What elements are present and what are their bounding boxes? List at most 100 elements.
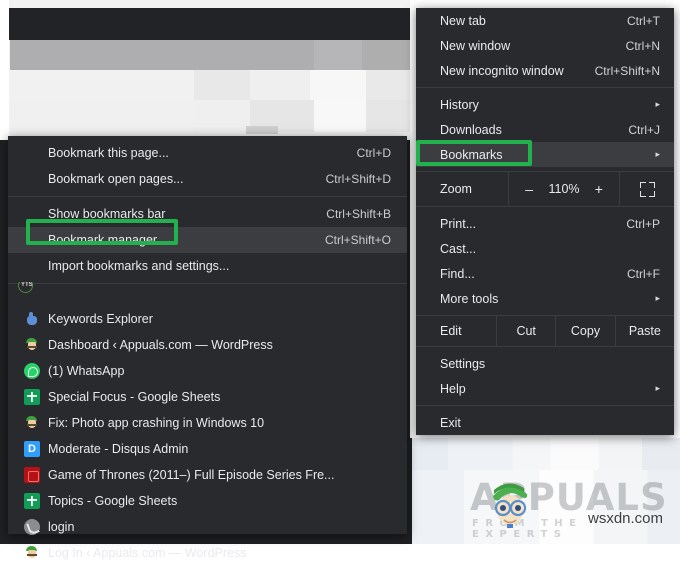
chevron-right-icon: ▸ bbox=[655, 293, 660, 303]
menu-item-new-window[interactable]: New window Ctrl+N bbox=[416, 33, 674, 58]
bookmark-label: (1) WhatsApp bbox=[48, 364, 125, 378]
paste-button[interactable]: Paste bbox=[614, 316, 674, 346]
menu-item-settings[interactable]: Settings bbox=[416, 351, 674, 376]
menu-item-label: Import bookmarks and settings... bbox=[48, 259, 230, 273]
bookmark-item-special-focus-google-sheets[interactable]: Special Focus - Google Sheets bbox=[8, 384, 407, 410]
menu-item-shortcut: Ctrl+Shift+D bbox=[325, 172, 391, 186]
menu-item-new-incognito-window[interactable]: New incognito window Ctrl+Shift+N bbox=[416, 58, 674, 83]
zoom-out-button[interactable]: – bbox=[520, 181, 538, 197]
menu-item-label: Bookmark manager bbox=[48, 233, 158, 247]
bookmark-label: Fix: Photo app crashing in Windows 10 bbox=[48, 416, 265, 430]
menu-item-label: History bbox=[440, 97, 479, 112]
menu-item-shortcut: Ctrl+Shift+B bbox=[326, 207, 391, 221]
menu-item-shortcut: Ctrl+T bbox=[627, 13, 660, 28]
menu-item-history[interactable]: History ▸ bbox=[416, 92, 674, 117]
menu-item-label: New incognito window bbox=[440, 63, 564, 78]
menu-item-cast[interactable]: Cast... bbox=[416, 236, 674, 261]
fullscreen-button[interactable] bbox=[620, 172, 674, 206]
menu-item-shortcut: Ctrl+Shift+O bbox=[324, 233, 391, 247]
bookmark-label: Special Focus - Google Sheets bbox=[48, 390, 221, 404]
menu-item-shortcut: Ctrl+N bbox=[625, 38, 660, 53]
bookmarks-submenu[interactable]: Bookmark this page... Ctrl+D Bookmark op… bbox=[8, 136, 407, 560]
menu-item-import-bookmarks-and-settings[interactable]: Import bookmarks and settings... bbox=[8, 253, 407, 279]
menu-item-downloads[interactable]: Downloads Ctrl+J bbox=[416, 117, 674, 142]
cut-button[interactable]: Cut bbox=[496, 316, 555, 346]
fullscreen-icon bbox=[639, 181, 655, 197]
zoom-control-row[interactable]: Zoom – 110% + bbox=[416, 171, 674, 207]
copy-button[interactable]: Copy bbox=[555, 316, 614, 346]
chevron-right-icon: ▸ bbox=[655, 149, 660, 159]
menu-item-show-bookmarks-bar[interactable]: Show bookmarks bar Ctrl+Shift+B bbox=[8, 201, 407, 227]
bookmark-item-whatsapp[interactable]: (1) WhatsApp bbox=[8, 358, 407, 384]
menu-item-label: More tools bbox=[440, 291, 499, 306]
chevron-right-icon: ▸ bbox=[655, 99, 660, 109]
bookmark-label: login bbox=[48, 520, 75, 534]
blurred-page-strip bbox=[246, 126, 278, 134]
edit-label: Edit bbox=[440, 324, 462, 338]
bookmark-label: Topics - Google Sheets bbox=[48, 494, 178, 508]
menu-item-bookmark-this-page[interactable]: Bookmark this page... Ctrl+D bbox=[8, 140, 407, 166]
chrome-main-menu[interactable]: New tab Ctrl+T New window Ctrl+N New inc… bbox=[416, 8, 674, 435]
hand-pointer-icon bbox=[24, 311, 40, 327]
menu-item-bookmarks[interactable]: Bookmarks ▸ bbox=[416, 142, 674, 167]
bookmark-item-dashboard-appuals[interactable]: Dashboard ‹ Appuals.com — WordPress bbox=[8, 332, 407, 358]
wordpress-icon bbox=[24, 415, 40, 431]
whatsapp-icon bbox=[24, 363, 40, 379]
menu-item-shortcut: Ctrl+Shift+N bbox=[594, 63, 660, 78]
menu-item-label: Bookmark this page... bbox=[48, 146, 169, 160]
menu-item-label: Find... bbox=[440, 266, 475, 281]
menu-item-label: Bookmarks bbox=[440, 147, 503, 162]
menu-item-label: Help bbox=[440, 381, 466, 396]
menu-item-label: Cast... bbox=[440, 241, 477, 256]
bookmark-item-login[interactable]: login bbox=[8, 514, 407, 540]
wordpress-icon bbox=[24, 337, 40, 353]
zoom-level-value: 110% bbox=[548, 182, 580, 196]
bookmark-item-fix-photo-app[interactable]: Fix: Photo app crashing in Windows 10 bbox=[8, 410, 407, 436]
menu-separator bbox=[416, 405, 674, 406]
menu-item-print[interactable]: Print... Ctrl+P bbox=[416, 211, 674, 236]
blurred-browser-window bbox=[0, 0, 410, 140]
blurred-page-bottom-right-2 bbox=[410, 470, 680, 544]
page-left-margin bbox=[0, 0, 9, 140]
disqus-icon: D bbox=[24, 441, 40, 457]
bookmark-label: Game of Thrones (2011–) Full Episode Ser… bbox=[48, 468, 335, 482]
blurred-toolbar bbox=[10, 40, 410, 70]
menu-item-help[interactable]: Help ▸ bbox=[416, 376, 674, 401]
menu-item-more-tools[interactable]: More tools ▸ bbox=[416, 286, 674, 311]
generic-globe-icon bbox=[24, 519, 40, 535]
menu-item-shortcut: Ctrl+F bbox=[627, 266, 660, 281]
menu-item-find[interactable]: Find... Ctrl+F bbox=[416, 261, 674, 286]
menu-item-label: Downloads bbox=[440, 122, 502, 137]
clipped-bookmark-icon: YTS bbox=[18, 282, 33, 293]
menu-item-new-tab[interactable]: New tab Ctrl+T bbox=[416, 8, 674, 33]
google-sheets-icon bbox=[24, 389, 40, 405]
bookmark-label: Log In ‹ Appuals.com — WordPress bbox=[48, 546, 247, 560]
menu-item-label: Show bookmarks bar bbox=[48, 207, 166, 221]
bookmark-label: Dashboard ‹ Appuals.com — WordPress bbox=[48, 338, 273, 352]
menu-item-label: New window bbox=[440, 38, 511, 53]
bookmark-label: Moderate - Disqus Admin bbox=[48, 442, 189, 456]
menu-item-shortcut: Ctrl+D bbox=[356, 146, 391, 160]
blurred-titlebar bbox=[8, 8, 410, 40]
wordpress-icon bbox=[24, 545, 40, 561]
menu-item-shortcut: Ctrl+J bbox=[628, 122, 660, 137]
menu-item-exit[interactable]: Exit bbox=[416, 410, 674, 435]
bookmark-item-topics-google-sheets[interactable]: Topics - Google Sheets bbox=[8, 488, 407, 514]
bookmark-item-moderate-disqus[interactable]: D Moderate - Disqus Admin bbox=[8, 436, 407, 462]
bookmark-label: Keywords Explorer bbox=[48, 312, 153, 326]
edit-actions-row[interactable]: Edit Cut Copy Paste bbox=[416, 315, 674, 347]
chevron-right-icon: ▸ bbox=[655, 383, 660, 393]
watermark-site-label: wsxdn.com bbox=[588, 510, 664, 527]
menu-item-label: Print... bbox=[440, 216, 477, 231]
blurred-page-content-2 bbox=[10, 100, 410, 132]
zoom-in-button[interactable]: + bbox=[590, 181, 608, 197]
menu-item-bookmark-manager[interactable]: Bookmark manager Ctrl+Shift+O bbox=[8, 227, 407, 253]
zoom-label: Zoom bbox=[440, 182, 472, 196]
menu-item-bookmark-open-pages[interactable]: Bookmark open pages... Ctrl+Shift+D bbox=[8, 166, 407, 192]
menu-separator bbox=[8, 196, 407, 197]
zoom-controls[interactable]: – 110% + bbox=[508, 172, 620, 206]
menu-separator bbox=[8, 283, 407, 284]
bookmark-item-game-of-thrones[interactable]: Game of Thrones (2011–) Full Episode Ser… bbox=[8, 462, 407, 488]
menu-separator bbox=[416, 87, 674, 88]
bookmark-item-keywords-explorer[interactable]: Keywords Explorer bbox=[8, 306, 407, 332]
